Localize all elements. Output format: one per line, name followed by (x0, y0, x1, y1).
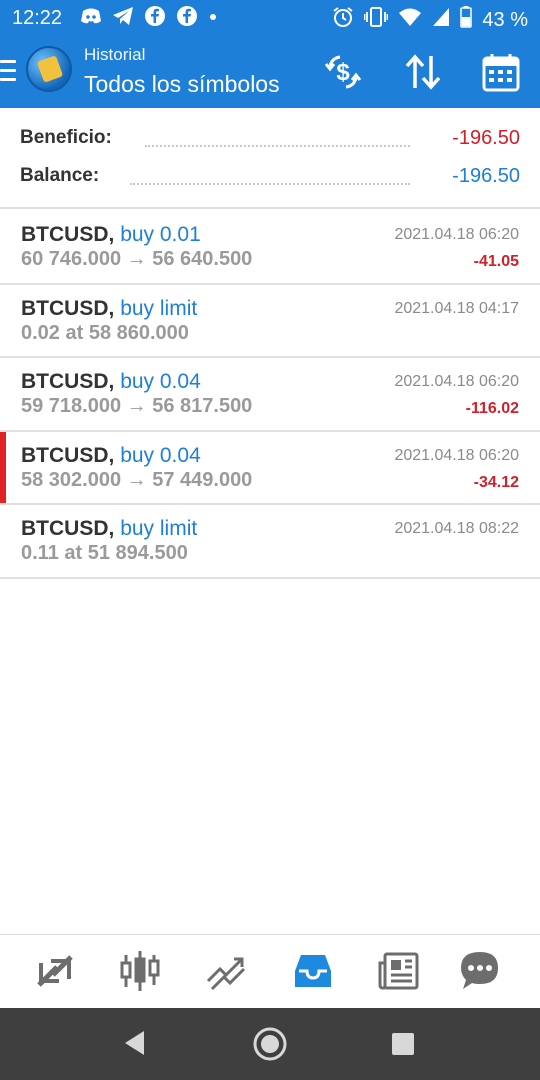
order-symbol: BTCUSD, (21, 443, 115, 467)
order-date: 2021.04.18 06:20 (394, 373, 519, 390)
order-details: 0.02 at 58 860.000 (21, 321, 189, 344)
recents-icon[interactable] (391, 1032, 415, 1061)
order-title: BTCUSD, buy limit (21, 297, 197, 321)
calendar-icon[interactable] (480, 52, 522, 92)
order-title: BTCUSD, buy 0.04 (21, 444, 201, 468)
order-symbol: BTCUSD, (21, 370, 115, 393)
order-type: buy 0.04 (120, 370, 201, 393)
selected-indicator (0, 431, 6, 503)
order-type: buy 0.01 (120, 223, 201, 246)
order-date: 2021.04.18 06:20 (394, 226, 519, 243)
order-date: 2021.04.18 08:22 (394, 520, 519, 537)
dotted-leader (130, 183, 410, 185)
wifi-icon (398, 7, 422, 33)
status-time: 12:22 (12, 7, 63, 29)
order-symbol: BTCUSD, (21, 296, 115, 320)
order-profit: -41.05 (473, 253, 519, 270)
balance-label: Balance: (20, 165, 100, 186)
telegram-icon (112, 6, 134, 31)
status-bar: 12:22 43 % (0, 0, 540, 36)
order-details: 0.11 at 51 894.500 (21, 542, 188, 564)
svg-text:$: $ (336, 59, 350, 86)
notification-icons (80, 5, 218, 32)
dotted-leader (145, 145, 410, 147)
order-title: BTCUSD, buy 0.04 (21, 370, 201, 394)
facebook-icon (176, 5, 198, 32)
order-details: 60 746.000 → 56 640.500 (21, 248, 253, 270)
order-details: 58 302.000 → 57 449.000 (21, 468, 253, 491)
alarm-icon (332, 6, 354, 34)
order-profit: -34.12 (473, 473, 519, 491)
chart-icon[interactable] (118, 949, 162, 993)
list-item[interactable]: BTCUSD, buy 0.04 59 718.000 → 56 817.500… (0, 358, 540, 432)
battery-percent: 43 % (482, 8, 528, 31)
quotes-icon[interactable] (33, 949, 77, 993)
order-title: BTCUSD, buy limit (21, 517, 197, 541)
balance-row: Balance: -196.50 (20, 165, 520, 195)
currency-exchange-icon[interactable]: $ (322, 52, 364, 92)
metatrader-logo-icon (26, 46, 72, 92)
sort-icon[interactable] (402, 52, 444, 92)
list-item[interactable]: BTCUSD, buy limit 0.11 at 51 894.500 202… (0, 505, 540, 579)
vibrate-icon (364, 6, 389, 34)
order-date: 2021.04.18 04:17 (394, 299, 519, 317)
news-icon[interactable] (377, 949, 421, 993)
bottom-navigation (0, 934, 540, 1008)
order-symbol: BTCUSD, (21, 223, 115, 246)
chat-icon[interactable] (458, 949, 502, 993)
system-status-icons: 43 % (332, 6, 528, 34)
order-type: buy limit (120, 296, 198, 320)
signal-icon (432, 7, 450, 33)
battery-icon (460, 6, 473, 34)
history-icon[interactable] (291, 949, 335, 993)
list-item[interactable]: BTCUSD, buy limit 0.02 at 58 860.000 202… (0, 285, 540, 358)
discord-icon (80, 7, 102, 30)
trade-icon[interactable] (204, 949, 248, 993)
system-navigation-bar (0, 1008, 540, 1080)
order-type: buy 0.04 (120, 443, 201, 467)
page-title[interactable]: Todos los símbolos (84, 71, 280, 98)
order-title: BTCUSD, buy 0.01 (21, 223, 201, 247)
dot-icon (208, 9, 218, 27)
menu-icon[interactable] (0, 60, 16, 82)
order-details: 59 718.000 → 56 817.500 (21, 395, 253, 417)
balance-value: -196.50 (452, 165, 520, 187)
order-type: buy limit (120, 517, 198, 540)
order-symbol: BTCUSD, (21, 517, 115, 540)
back-icon[interactable] (122, 1028, 148, 1063)
list-item[interactable]: BTCUSD, buy 0.01 60 746.000 → 56 640.500… (0, 211, 540, 285)
profit-row: Beneficio: -196.50 (20, 127, 520, 157)
summary-panel: Beneficio: -196.50 Balance: -196.50 (0, 108, 540, 209)
profit-value: -196.50 (452, 127, 520, 149)
order-date: 2021.04.18 06:20 (394, 446, 519, 464)
order-history-list: BTCUSD, buy 0.01 60 746.000 → 56 640.500… (0, 211, 540, 579)
profit-label: Beneficio: (20, 127, 112, 148)
app-bar: Historial Todos los símbolos $ (0, 36, 540, 108)
list-item[interactable]: BTCUSD, buy 0.04 58 302.000 → 57 449.000… (0, 431, 540, 505)
home-icon[interactable] (252, 1026, 288, 1067)
facebook-icon (144, 5, 166, 32)
top-bar: 12:22 43 % Historial Todos los símbolos … (0, 0, 540, 108)
page-subtitle: Historial (84, 45, 146, 64)
order-profit: -116.02 (465, 400, 519, 417)
